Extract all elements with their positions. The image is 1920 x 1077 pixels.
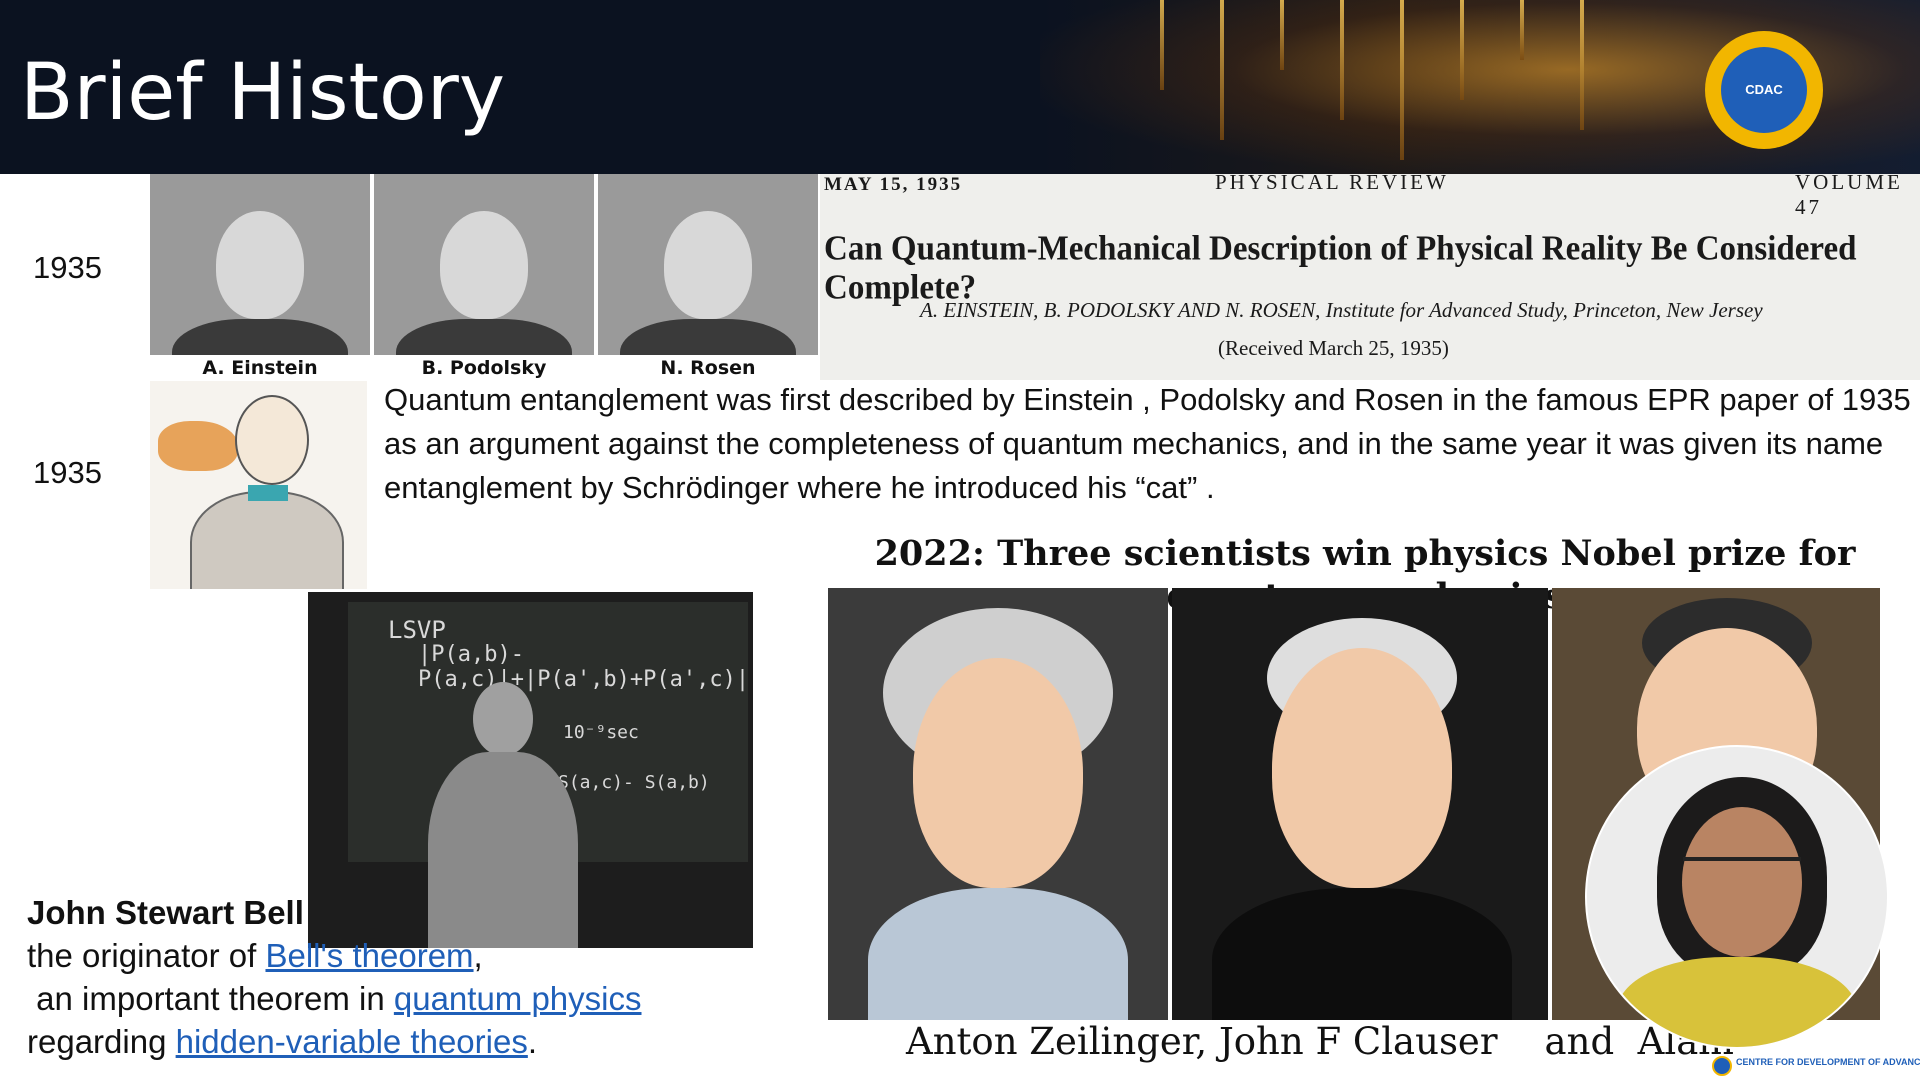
cdac-logo-text: CDAC [1721, 47, 1807, 133]
footer-logo-text: CENTRE FOR DEVELOPMENT OF ADVANCED COMPU… [1736, 1057, 1920, 1067]
nobel-laureate-names: Anton Zeilinger, John F Clauser and Alai… [906, 1020, 1734, 1063]
paper-journal: PHYSICAL REVIEW [1215, 174, 1449, 194]
cdac-emblem-icon [1712, 1056, 1732, 1076]
bell-line3-suffix: . [527, 1023, 538, 1060]
timeline-year-schrodinger: 1935 [33, 455, 102, 490]
schrodinger-cartoon [150, 381, 367, 589]
paper-authors: A. EINSTEIN, B. PODOLSKY AND N. ROSEN, I… [920, 298, 1763, 322]
bell-line3-prefix: regarding [27, 1023, 176, 1060]
link-quantum-physics[interactable]: quantum physics [394, 980, 642, 1017]
photo-einstein: A. Einstein [150, 174, 370, 381]
photo-rosen: N. Rosen [598, 174, 818, 381]
chalk-text-4: S(a,c)- S(a,b) [558, 772, 710, 793]
link-hidden-variable-theories[interactable]: hidden-variable theories [176, 1023, 528, 1060]
entanglement-description: Quantum entanglement was first described… [384, 382, 1911, 505]
presenter-webcam-overlay [1585, 745, 1889, 1049]
cdac-logo: CDAC [1705, 31, 1823, 149]
link-bells-theorem[interactable]: Bell's theorem [265, 937, 473, 974]
header-banner: Brief History CDAC [0, 0, 1920, 174]
photo-clauser [1172, 588, 1548, 1020]
bell-line1-suffix: , [473, 937, 483, 974]
photo-podolsky: B. Podolsky [374, 174, 594, 381]
caption-einstein: A. Einstein [150, 355, 370, 381]
bell-line2-prefix: an important theorem in [27, 980, 394, 1017]
glasses-icon [1683, 857, 1801, 887]
slide: Brief History CDAC 1935 1935 A. Einstein… [0, 0, 1920, 1077]
timeline-year-epr: 1935 [33, 250, 102, 285]
paper-date: MAY 15, 1935 [824, 174, 963, 195]
footer-cdac-logo: CENTRE FOR DEVELOPMENT OF ADVANCED COMPU… [1712, 1056, 1920, 1077]
paper-title: Can Quantum-Mechanical Description of Ph… [824, 230, 1857, 307]
cat-illustration [158, 421, 238, 471]
paper-volume: VOLUME 47 [1795, 174, 1903, 219]
paper-received: (Received March 25, 1935) [1218, 336, 1449, 360]
slide-title: Brief History [20, 48, 505, 138]
bell-line1-prefix: the originator of [27, 937, 266, 974]
epr-paper-clipping: MAY 15, 1935 PHYSICAL REVIEW VOLUME 47 C… [820, 174, 1920, 380]
bell-name: John Stewart Bell [27, 894, 304, 931]
chalk-text-1: LSVP [388, 616, 446, 644]
photo-zeilinger [828, 588, 1168, 1020]
bell-description: John Stewart Bell the originator of Bell… [27, 891, 642, 1063]
